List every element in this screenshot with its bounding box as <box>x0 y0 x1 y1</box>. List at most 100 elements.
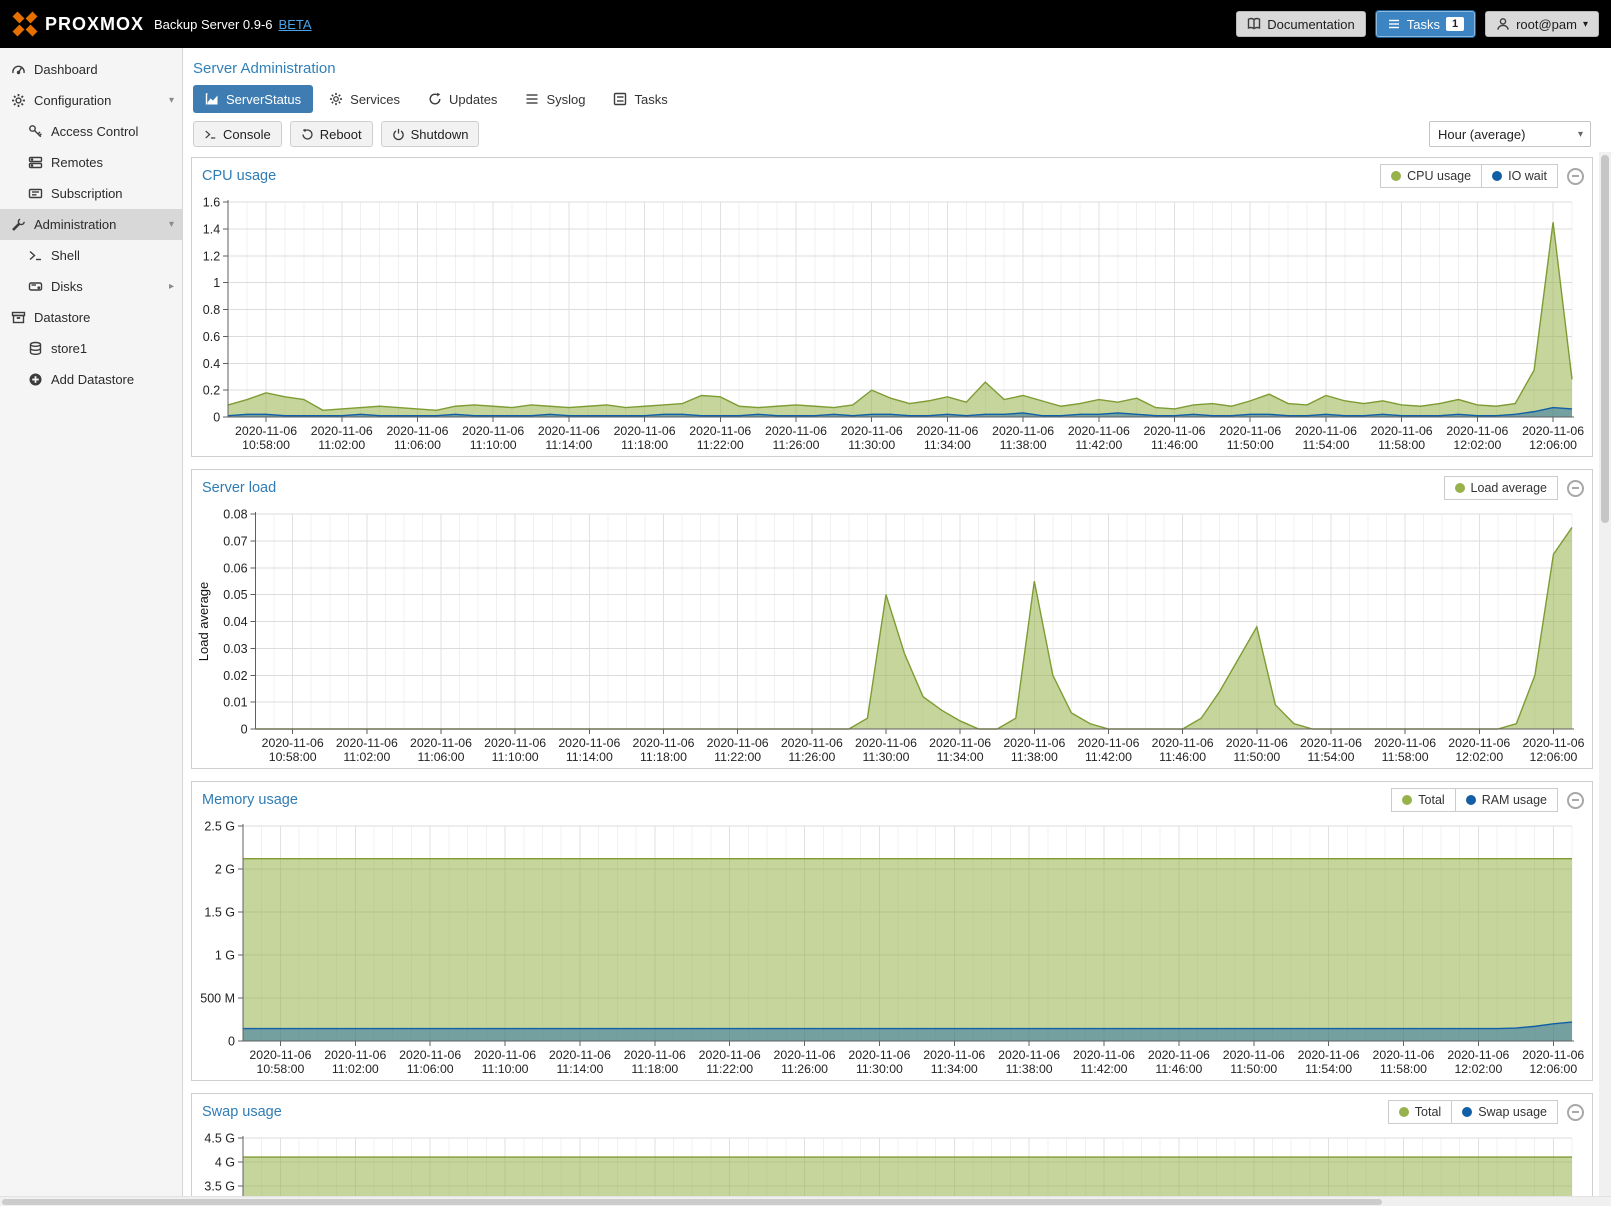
chevron-right-icon: ▸ <box>169 281 174 292</box>
svg-text:12:02:00: 12:02:00 <box>1453 438 1501 452</box>
server-load-chart: 00.010.020.030.040.050.060.070.082020-11… <box>194 506 1586 764</box>
svg-text:11:46:00: 11:46:00 <box>1159 750 1206 764</box>
sidebar-item-add-datastore[interactable]: Add Datastore <box>0 364 182 395</box>
cpu-usage-chart: 00.20.40.60.811.21.41.62020-11-0610:58:0… <box>194 194 1586 452</box>
svg-text:10:58:00: 10:58:00 <box>269 750 317 764</box>
sidebar-label: Administration <box>34 217 116 232</box>
sidebar-item-subscription[interactable]: Subscription <box>0 178 182 209</box>
tab-label: ServerStatus <box>226 92 301 107</box>
sidebar-label: Access Control <box>51 124 138 139</box>
horizontal-scrollbar-thumb[interactable] <box>2 1199 1382 1205</box>
svg-text:2020-11-06: 2020-11-06 <box>1148 1048 1210 1062</box>
shutdown-button[interactable]: Shutdown <box>381 121 480 147</box>
svg-text:4.5 G: 4.5 G <box>204 1132 235 1146</box>
sidebar-item-remotes[interactable]: Remotes <box>0 147 182 178</box>
panel-title: CPU usage <box>202 168 276 184</box>
sidebar-item-disks[interactable]: Disks ▸ <box>0 271 182 302</box>
svg-text:2020-11-06: 2020-11-06 <box>1219 424 1281 438</box>
tab-serverstatus[interactable]: ServerStatus <box>193 85 313 113</box>
svg-text:2020-11-06: 2020-11-06 <box>336 736 398 750</box>
svg-text:11:42:00: 11:42:00 <box>1081 1062 1128 1076</box>
svg-text:10:58:00: 10:58:00 <box>256 1062 304 1076</box>
svg-text:11:34:00: 11:34:00 <box>924 438 971 452</box>
plus-circle-icon <box>27 372 44 387</box>
tasks-button[interactable]: Tasks 1 <box>1376 11 1475 37</box>
panel-title: Server load <box>202 480 276 496</box>
svg-text:2020-11-06: 2020-11-06 <box>841 424 903 438</box>
svg-text:11:38:00: 11:38:00 <box>1006 1062 1053 1076</box>
legend-item: IO wait <box>1481 165 1557 187</box>
sidebar-label: Shell <box>51 248 80 263</box>
svg-text:2020-11-06: 2020-11-06 <box>558 736 620 750</box>
svg-text:11:58:00: 11:58:00 <box>1382 750 1429 764</box>
book-icon <box>1247 17 1261 31</box>
legend-dot-icon <box>1492 171 1502 181</box>
svg-text:2020-11-06: 2020-11-06 <box>1522 1048 1584 1062</box>
svg-text:2020-11-06: 2020-11-06 <box>249 1048 311 1062</box>
sidebar-item-configuration[interactable]: Configuration ▾ <box>0 85 182 116</box>
tab-tasks[interactable]: Tasks <box>601 85 679 113</box>
svg-text:1.2: 1.2 <box>203 249 220 263</box>
chevron-down-icon: ▾ <box>169 95 174 106</box>
svg-text:11:54:00: 11:54:00 <box>1307 750 1354 764</box>
sidebar-item-store1[interactable]: store1 <box>0 333 182 364</box>
reboot-button[interactable]: Reboot <box>290 121 373 147</box>
sidebar-item-shell[interactable]: Shell <box>0 240 182 271</box>
legend-dot-icon <box>1462 1107 1472 1117</box>
svg-text:2020-11-06: 2020-11-06 <box>1300 736 1362 750</box>
sidebar-item-datastore[interactable]: Datastore <box>0 302 182 333</box>
user-menu-button[interactable]: root@pam ▾ <box>1485 11 1599 37</box>
svg-text:2020-11-06: 2020-11-06 <box>1073 1048 1135 1062</box>
panel-server-load: Server load Load average 00.010.020.030.… <box>191 469 1593 769</box>
vertical-scrollbar-thumb[interactable] <box>1601 155 1609 523</box>
tab-bar: ServerStatus Services Updates Syslog Tas… <box>183 85 1611 113</box>
tab-updates[interactable]: Updates <box>416 85 509 113</box>
console-button[interactable]: Console <box>193 121 282 147</box>
collapse-panel-button[interactable] <box>1567 792 1584 809</box>
area-chart-icon <box>205 92 219 106</box>
tab-label: Services <box>350 92 400 107</box>
svg-text:11:14:00: 11:14:00 <box>566 750 613 764</box>
toolbar: Console Reboot Shutdown Hour (average) ▾ <box>183 113 1611 155</box>
chevron-down-icon: ▾ <box>1583 19 1588 30</box>
terminal-icon <box>204 128 217 141</box>
svg-text:2020-11-06: 2020-11-06 <box>462 424 524 438</box>
svg-text:1.5 G: 1.5 G <box>204 906 235 920</box>
time-range-select[interactable]: Hour (average) ▾ <box>1429 121 1591 147</box>
sidebar-item-access-control[interactable]: Access Control <box>0 116 182 147</box>
tab-services[interactable]: Services <box>317 85 412 113</box>
svg-text:2020-11-06: 2020-11-06 <box>1448 736 1510 750</box>
panel-title: Swap usage <box>202 1104 282 1120</box>
panel-swap-usage: Swap usage TotalSwap usage 0500 M1 G1.5 … <box>191 1093 1593 1196</box>
app-header: PROXMOX Backup Server 0.9-6 BETA Documen… <box>0 0 1611 48</box>
collapse-panel-button[interactable] <box>1567 480 1584 497</box>
sidebar-item-dashboard[interactable]: Dashboard <box>0 54 182 85</box>
svg-text:4 G: 4 G <box>215 1155 235 1169</box>
documentation-button[interactable]: Documentation <box>1236 11 1365 37</box>
svg-text:2020-11-06: 2020-11-06 <box>1522 736 1584 750</box>
collapse-panel-button[interactable] <box>1567 168 1584 185</box>
collapse-panel-button[interactable] <box>1567 1104 1584 1121</box>
chevron-down-icon: ▾ <box>1578 129 1590 140</box>
svg-text:11:06:00: 11:06:00 <box>418 750 465 764</box>
svg-text:2020-11-06: 2020-11-06 <box>1295 424 1357 438</box>
documentation-label: Documentation <box>1267 17 1354 32</box>
svg-text:0.8: 0.8 <box>203 303 220 317</box>
beta-link[interactable]: BETA <box>279 17 312 32</box>
svg-text:2020-11-06: 2020-11-06 <box>399 1048 461 1062</box>
svg-text:2020-11-06: 2020-11-06 <box>1522 424 1584 438</box>
key-icon <box>27 124 44 139</box>
svg-text:2020-11-06: 2020-11-06 <box>1374 736 1436 750</box>
svg-text:11:18:00: 11:18:00 <box>631 1062 678 1076</box>
svg-text:2020-11-06: 2020-11-06 <box>386 424 448 438</box>
svg-text:0.2: 0.2 <box>203 384 220 398</box>
svg-text:0.01: 0.01 <box>223 696 247 710</box>
svg-text:2020-11-06: 2020-11-06 <box>1373 1048 1435 1062</box>
svg-text:500 M: 500 M <box>200 992 235 1006</box>
chart-legend: Load average <box>1444 476 1558 500</box>
sidebar-item-administration[interactable]: Administration ▾ <box>0 209 182 240</box>
tab-syslog[interactable]: Syslog <box>513 85 597 113</box>
refresh-icon <box>428 92 442 106</box>
svg-text:11:38:00: 11:38:00 <box>1000 438 1047 452</box>
power-icon <box>392 128 405 141</box>
